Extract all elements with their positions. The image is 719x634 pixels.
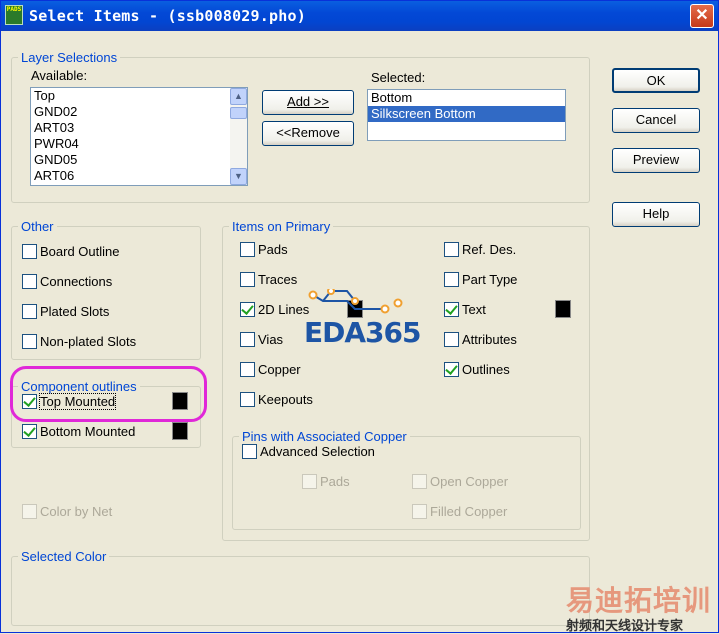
close-button[interactable]: ✕ xyxy=(690,4,714,28)
available-item[interactable]: ART06 xyxy=(31,168,247,184)
selected-listbox[interactable]: Bottom Silkscreen Bottom xyxy=(367,89,566,141)
available-item[interactable]: PWR04 xyxy=(31,136,247,152)
preview-button[interactable]: Preview xyxy=(612,148,700,173)
available-label: Available: xyxy=(31,68,88,83)
filled-copper-label[interactable]: Filled Copper xyxy=(430,504,507,519)
plated-slots-label[interactable]: Plated Slots xyxy=(40,304,109,319)
vias-checkbox[interactable] xyxy=(240,332,255,347)
watermark-brand: 易迪拓培训 xyxy=(566,584,712,617)
add-button[interactable]: Add >> xyxy=(262,90,354,115)
help-button[interactable]: Help xyxy=(612,202,700,227)
board-outline-checkbox[interactable] xyxy=(22,244,37,259)
selected-color-legend: Selected Color xyxy=(18,549,110,564)
attributes-label[interactable]: Attributes xyxy=(462,332,517,347)
text-label[interactable]: Text xyxy=(462,302,486,317)
pads-label[interactable]: Pads xyxy=(258,242,288,257)
remove-button[interactable]: <<Remove xyxy=(262,121,354,146)
plated-slots-checkbox[interactable] xyxy=(22,304,37,319)
part-type-label[interactable]: Part Type xyxy=(462,272,517,287)
traces-label[interactable]: Traces xyxy=(258,272,297,287)
board-outline-label[interactable]: Board Outline xyxy=(40,244,120,259)
pads-app-icon: PADS xyxy=(5,5,23,25)
non-plated-slots-label[interactable]: Non-plated Slots xyxy=(40,334,136,349)
ok-button[interactable]: OK xyxy=(612,68,700,93)
ref-des-label[interactable]: Ref. Des. xyxy=(462,242,516,257)
scroll-down-icon[interactable]: ▼ xyxy=(230,168,247,185)
pads-checkbox[interactable] xyxy=(240,242,255,257)
color-by-net-label[interactable]: Color by Net xyxy=(40,504,112,519)
color-by-net-checkbox[interactable] xyxy=(22,504,37,519)
available-scrollbar[interactable]: ▲ ▼ xyxy=(230,88,247,185)
connections-label[interactable]: Connections xyxy=(40,274,112,289)
copper-checkbox[interactable] xyxy=(240,362,255,377)
selected-label: Selected: xyxy=(371,70,426,85)
bottom-mounted-checkbox[interactable] xyxy=(22,424,37,439)
scroll-up-icon[interactable]: ▲ xyxy=(230,88,247,105)
window-title: Select Items - (ssb008029.pho) xyxy=(29,7,306,25)
keepouts-label[interactable]: Keepouts xyxy=(258,392,313,407)
open-copper-label[interactable]: Open Copper xyxy=(430,474,508,489)
layer-selections-legend: Layer Selections xyxy=(18,50,121,65)
traces-checkbox[interactable] xyxy=(240,272,255,287)
bottom-mounted-color-swatch[interactable] xyxy=(172,422,188,440)
vias-label[interactable]: Vias xyxy=(258,332,283,347)
available-item[interactable]: ART03 xyxy=(31,120,247,136)
attributes-checkbox[interactable] xyxy=(444,332,459,347)
watermark-tagline: 射频和天线设计专家 xyxy=(566,619,684,634)
advanced-selection-label[interactable]: Advanced Selection xyxy=(260,444,375,459)
connections-checkbox[interactable] xyxy=(22,274,37,289)
text-color-swatch[interactable] xyxy=(555,300,571,318)
text-checkbox[interactable] xyxy=(444,302,459,317)
non-plated-slots-checkbox[interactable] xyxy=(22,334,37,349)
scroll-thumb[interactable] xyxy=(230,107,247,119)
pins-copper-legend: Pins with Associated Copper xyxy=(239,429,410,444)
bottom-mounted-label[interactable]: Bottom Mounted xyxy=(40,424,135,439)
pins-pads-checkbox[interactable] xyxy=(302,474,317,489)
close-icon: ✕ xyxy=(695,7,709,24)
outlines-checkbox[interactable] xyxy=(444,362,459,377)
available-item[interactable]: GND02 xyxy=(31,104,247,120)
keepouts-checkbox[interactable] xyxy=(240,392,255,407)
ref-des-checkbox[interactable] xyxy=(444,242,459,257)
2d-lines-checkbox[interactable] xyxy=(240,302,255,317)
outlines-label[interactable]: Outlines xyxy=(462,362,510,377)
select-items-dialog: PADS Select Items - (ssb008029.pho) ✕ La… xyxy=(0,0,719,634)
cancel-button[interactable]: Cancel xyxy=(612,108,700,133)
items-on-primary-legend: Items on Primary xyxy=(229,219,334,234)
available-listbox[interactable]: Top GND02 ART03 PWR04 GND05 ART06 ▲ ▼ xyxy=(30,87,248,186)
eda365-logo-text: EDA365 xyxy=(304,316,421,349)
selected-color-group: Selected Color xyxy=(11,549,590,626)
selected-item[interactable]: Bottom xyxy=(368,90,565,106)
available-item[interactable]: GND05 xyxy=(31,152,247,168)
copper-label[interactable]: Copper xyxy=(258,362,301,377)
title-bar[interactable]: PADS Select Items - (ssb008029.pho) ✕ xyxy=(1,1,718,31)
selected-item-highlighted[interactable]: Silkscreen Bottom xyxy=(368,106,565,122)
filled-copper-checkbox[interactable] xyxy=(412,504,427,519)
advanced-selection-checkbox[interactable] xyxy=(242,444,257,459)
pins-pads-label[interactable]: Pads xyxy=(320,474,350,489)
other-legend: Other xyxy=(18,219,57,234)
available-item[interactable]: Top xyxy=(31,88,247,104)
open-copper-checkbox[interactable] xyxy=(412,474,427,489)
annotation-highlight-ring xyxy=(10,366,207,422)
part-type-checkbox[interactable] xyxy=(444,272,459,287)
